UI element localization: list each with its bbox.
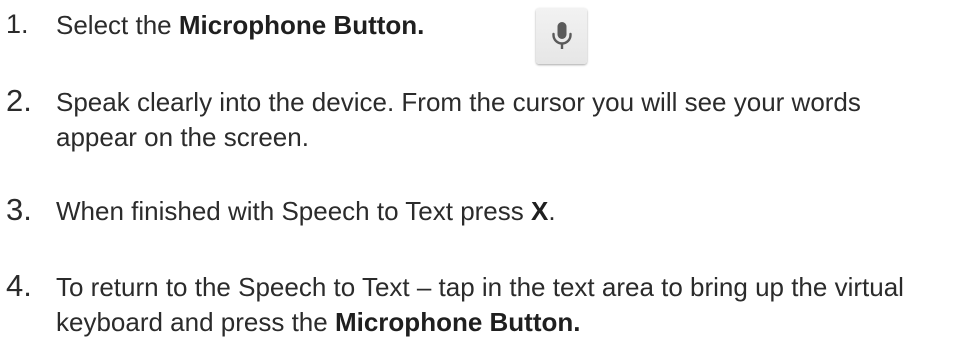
step-text: When finished with Speech to Text press … — [56, 194, 946, 229]
step-number: 1. — [6, 9, 29, 39]
microphone-button[interactable] — [536, 8, 587, 64]
step-text-plain: When finished with Speech to Text press — [56, 196, 531, 226]
step-text-bold: Microphone Button. — [334, 307, 581, 337]
step-3: 3. When finished with Speech to Text pre… — [0, 194, 955, 234]
step-text-plain: Speak clearly into the device. From the … — [56, 87, 861, 152]
step-text: Speak clearly into the device. From the … — [56, 85, 946, 155]
step-text-bold: X — [531, 196, 549, 226]
step-text: Select the Microphone Button. — [56, 8, 946, 43]
step-text-plain-after: . — [548, 196, 556, 226]
microphone-icon — [551, 22, 572, 49]
instruction-list: 1. Select the Microphone Button. 2. Spea… — [0, 0, 955, 343]
step-2: 2. Speak clearly into the device. From t… — [0, 85, 955, 165]
step-number: 3. — [6, 192, 32, 227]
step-text: To return to the Speech to Text – tap in… — [56, 270, 946, 340]
step-text-plain: Select the — [56, 10, 179, 40]
step-1: 1. Select the Microphone Button. — [0, 8, 955, 64]
step-4: 4. To return to the Speech to Text – tap… — [0, 270, 955, 350]
step-number: 4. — [6, 268, 32, 303]
step-text-bold: Microphone Button. — [178, 10, 425, 40]
step-number: 2. — [6, 83, 32, 118]
